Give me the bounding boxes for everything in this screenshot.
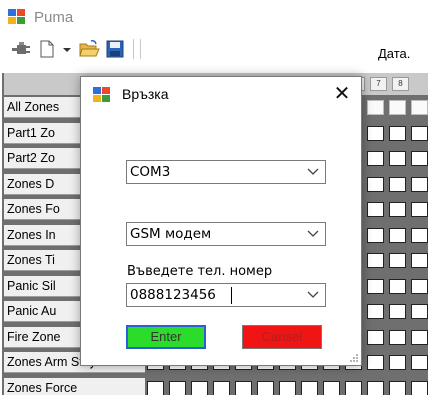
dialog-logo-icon	[93, 87, 111, 103]
zone-checkbox[interactable]	[411, 176, 428, 192]
dialog-titlebar: Връзка ✕	[81, 77, 361, 111]
zone-checkbox[interactable]	[389, 100, 406, 115]
zone-checkbox[interactable]	[411, 227, 428, 243]
zone-checkbox[interactable]	[389, 278, 406, 294]
plug-icon[interactable]	[10, 38, 32, 60]
zone-checkbox[interactable]	[345, 380, 362, 395]
zone-checkbox[interactable]	[389, 227, 406, 243]
zone-checkbox[interactable]	[389, 125, 406, 141]
chevron-down-icon[interactable]	[307, 291, 319, 299]
zone-checkbox[interactable]	[411, 355, 428, 370]
close-icon[interactable]: ✕	[328, 80, 356, 108]
zone-checkbox[interactable]	[323, 380, 340, 395]
dialog-title: Връзка	[122, 86, 169, 102]
zone-checkbox[interactable]	[411, 380, 428, 395]
app-titlebar: Puma	[0, 0, 428, 34]
zone-checkbox[interactable]	[367, 329, 384, 345]
zone-checkbox[interactable]	[389, 329, 406, 345]
zone-checkbox[interactable]	[367, 202, 384, 217]
phone-number-combo[interactable]: 0888123456	[126, 283, 326, 307]
app-title: Puma	[34, 8, 74, 26]
zone-checkbox[interactable]	[367, 355, 384, 370]
zone-checkbox[interactable]	[389, 176, 406, 192]
zone-checkbox[interactable]	[389, 355, 406, 370]
column-header: 8	[392, 77, 409, 91]
chevron-down-icon[interactable]	[307, 230, 319, 238]
zone-checkbox[interactable]	[367, 253, 384, 268]
enter-button[interactable]: Enter	[126, 325, 206, 349]
app-logo-icon	[8, 9, 26, 25]
zone-checkbox[interactable]	[279, 380, 296, 395]
zone-checkbox[interactable]	[367, 125, 384, 141]
cancel-button[interactable]: Cansel	[242, 325, 322, 349]
zone-checkbox[interactable]	[257, 380, 274, 395]
zone-checkbox[interactable]	[367, 176, 384, 192]
zone-checkbox[interactable]	[367, 278, 384, 294]
zone-row-label: Zones Force	[4, 377, 145, 395]
zone-checkbox[interactable]	[389, 380, 406, 395]
open-folder-icon[interactable]	[78, 38, 100, 60]
zone-checkbox[interactable]	[235, 380, 252, 395]
zone-checkbox[interactable]	[191, 380, 208, 395]
zone-checkbox[interactable]	[411, 125, 428, 141]
zone-checkbox[interactable]	[411, 151, 428, 166]
phone-number-value: 0888123456	[130, 287, 216, 303]
text-caret	[231, 287, 232, 304]
zone-checkbox[interactable]	[411, 329, 428, 345]
new-dropdown-chevron-down-icon[interactable]	[62, 38, 72, 60]
zone-checkbox[interactable]	[389, 151, 406, 166]
zone-checkbox[interactable]	[367, 100, 384, 115]
zone-checkbox[interactable]	[389, 202, 406, 217]
date-column-label: Дата.	[378, 46, 411, 61]
toolbar	[0, 34, 428, 64]
port-select-value: COM3	[130, 164, 171, 180]
save-icon[interactable]	[104, 38, 126, 60]
zone-checkbox[interactable]	[389, 304, 406, 319]
phone-number-label: Въведете тел. номер	[127, 264, 273, 279]
toolbar-separator	[133, 39, 134, 59]
zone-checkbox[interactable]	[367, 151, 384, 166]
zone-checkbox[interactable]	[213, 380, 230, 395]
zone-checkbox[interactable]	[367, 227, 384, 243]
zone-checkbox[interactable]	[367, 380, 384, 395]
zone-checkbox[interactable]	[367, 304, 384, 319]
column-header: 7	[370, 77, 387, 91]
zone-checkbox[interactable]	[411, 253, 428, 268]
chevron-down-icon[interactable]	[307, 168, 319, 176]
resize-grip-icon[interactable]	[349, 353, 359, 363]
zone-checkbox[interactable]	[301, 380, 318, 395]
zone-checkbox[interactable]	[389, 253, 406, 268]
port-select[interactable]: COM3	[126, 160, 326, 184]
zone-checkbox[interactable]	[411, 100, 428, 115]
device-select-value: GSM модем	[130, 226, 212, 242]
zone-checkbox[interactable]	[411, 278, 428, 294]
zone-checkbox[interactable]	[411, 304, 428, 319]
toolbar-separator	[140, 39, 141, 59]
device-select[interactable]: GSM модем	[126, 222, 326, 246]
connection-dialog: Връзка ✕ COM3 GSM модем Въведете тел. но…	[80, 76, 362, 366]
zone-checkbox[interactable]	[147, 380, 164, 395]
zone-checkbox[interactable]	[169, 380, 186, 395]
new-document-icon[interactable]	[36, 38, 58, 60]
zone-checkbox[interactable]	[411, 202, 428, 217]
